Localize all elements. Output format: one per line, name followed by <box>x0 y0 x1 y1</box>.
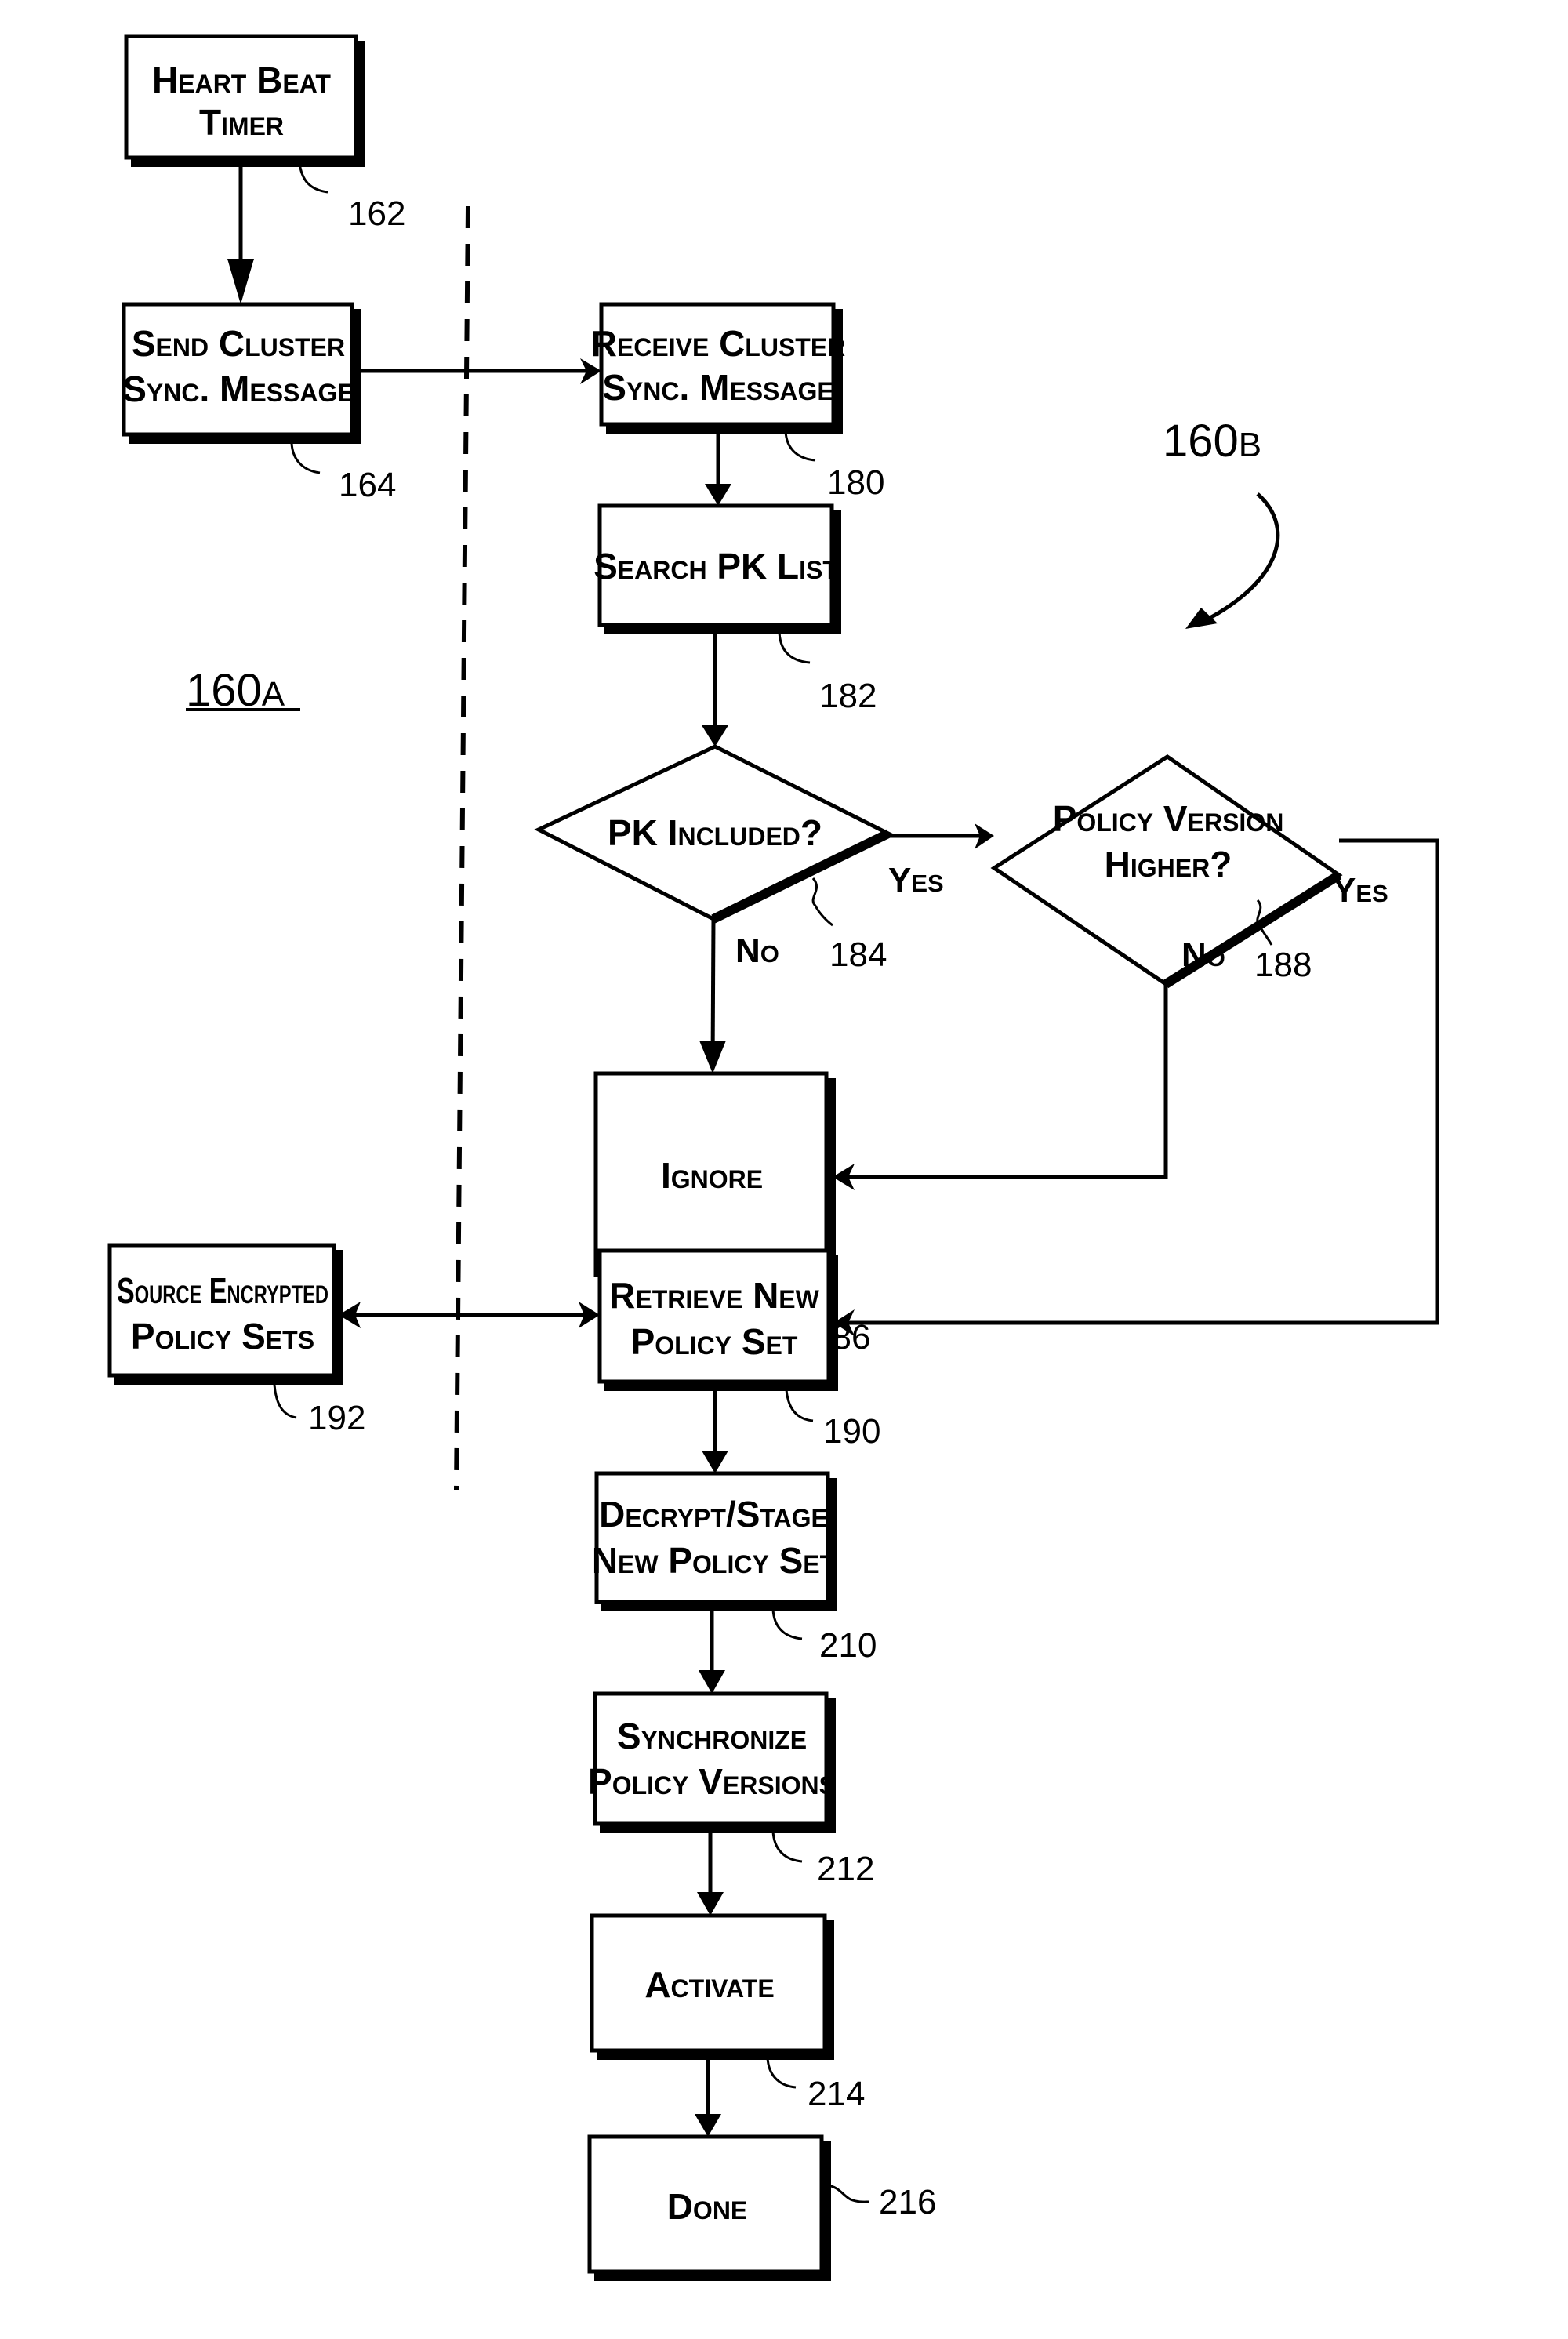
svg-text:Sync. Message: Sync. Message <box>122 369 354 409</box>
svg-text:Timer: Timer <box>199 102 284 143</box>
arrow-policy-no-to-ignore <box>844 984 1168 1179</box>
svg-text:Decrypt/Stage: Decrypt/Stage <box>599 1494 828 1535</box>
svg-text:Heart Beat: Heart Beat <box>152 60 331 100</box>
svg-text:214: 214 <box>808 2075 865 2113</box>
svg-text:Policy Version: Policy Version <box>1053 798 1284 839</box>
svg-text:182: 182 <box>819 677 877 715</box>
svg-text:Policy Versions: Policy Versions <box>588 1761 836 1802</box>
pk-included-no-label: No <box>735 932 779 970</box>
node-source-encrypted-policy-sets: Source Encrypted Policy Sets <box>107 1243 343 1385</box>
ref-212: 212 <box>771 1830 874 1888</box>
svg-text:162: 162 <box>348 194 405 233</box>
pk-included-yes-label: Yes <box>888 861 944 899</box>
svg-text:164: 164 <box>339 466 396 504</box>
ref-162: 162 <box>298 162 405 233</box>
policy-higher-no-label: No <box>1181 935 1225 974</box>
node-done: Done <box>587 2134 831 2281</box>
svg-text:Activate: Activate <box>644 1964 774 2005</box>
svg-text:184: 184 <box>829 935 887 974</box>
node-synchronize-policy-versions: Synchronize Policy Versions <box>588 1691 836 1833</box>
svg-text:Policy Set: Policy Set <box>631 1321 798 1362</box>
svg-text:Higher?: Higher? <box>1105 844 1232 884</box>
ref-180: 180 <box>784 430 884 502</box>
node-decrypt-stage: Decrypt/Stage New Policy Set <box>592 1471 837 1611</box>
ref-184: 184 <box>811 877 887 974</box>
svg-text:190: 190 <box>823 1412 880 1451</box>
ref-192: 192 <box>273 1384 365 1437</box>
svg-text:160B: 160B <box>1163 416 1261 467</box>
flowchart: marker path {} 160A 160B Heart Beat Time… <box>107 34 1439 2281</box>
process-b-label: 160B <box>1163 416 1261 467</box>
ref-216: 216 <box>826 2183 936 2221</box>
svg-text:Sync. Message: Sync. Message <box>602 367 834 408</box>
node-retrieve-new-policy-set: Retrieve New Policy Set <box>597 1248 838 1391</box>
node-activate: Activate <box>590 1913 834 2060</box>
svg-text:210: 210 <box>819 1626 877 1665</box>
svg-text:Done: Done <box>667 2186 748 2227</box>
svg-text:Search PK List: Search PK List <box>593 546 838 587</box>
ref-214: 214 <box>766 2057 865 2113</box>
svg-text:New Policy Set: New Policy Set <box>592 1540 836 1581</box>
svg-text:192: 192 <box>308 1399 365 1437</box>
svg-text:Synchronize: Synchronize <box>617 1716 807 1756</box>
node-receive-cluster-sync: Receive Cluster Sync. Message <box>591 302 846 434</box>
divider-dashed-line <box>454 205 470 1491</box>
node-heartbeat-timer: Heart Beat Timer <box>124 34 365 167</box>
svg-text:188: 188 <box>1254 946 1312 984</box>
svg-text:Ignore: Ignore <box>661 1155 763 1196</box>
svg-text:216: 216 <box>879 2183 936 2221</box>
svg-text:180: 180 <box>827 463 884 502</box>
ref-182: 182 <box>778 631 877 715</box>
svg-text:Receive Cluster: Receive Cluster <box>591 323 846 364</box>
decision-pk-included: PK Included? <box>534 744 893 924</box>
svg-text:212: 212 <box>817 1850 874 1888</box>
process-b-pointer-arrow-icon <box>1185 492 1280 629</box>
node-search-pk-list: Search PK List <box>593 503 841 634</box>
svg-text:Send Cluster: Send Cluster <box>132 323 345 364</box>
process-a-label: 160A <box>186 665 300 716</box>
svg-text:Retrieve New: Retrieve New <box>609 1275 819 1316</box>
ref-190: 190 <box>785 1389 880 1451</box>
node-send-cluster-sync: Send Cluster Sync. Message <box>122 302 361 444</box>
ref-164: 164 <box>290 442 396 504</box>
ref-210: 210 <box>771 1608 877 1665</box>
svg-text:PK Included?: PK Included? <box>608 812 822 853</box>
policy-higher-yes-label: Yes <box>1333 871 1388 910</box>
svg-text:Policy Sets: Policy Sets <box>131 1316 314 1357</box>
svg-text:Source Encrypted: Source Encrypted <box>117 1270 328 1311</box>
